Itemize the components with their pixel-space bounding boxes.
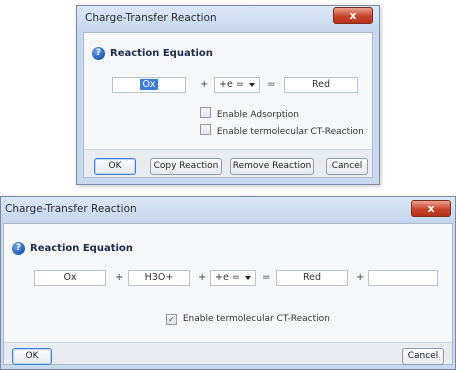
oxidized-species-input[interactable]: Ox xyxy=(112,77,186,93)
question-mark-icon: ? xyxy=(92,47,105,60)
termolecular-checkbox-label: Enable termolecular CT-Reaction xyxy=(182,314,330,324)
ok-button[interactable]: OK xyxy=(12,348,52,365)
close-button[interactable]: x xyxy=(333,7,373,24)
chevron-down-icon xyxy=(245,276,251,280)
dialog-body: ? Reaction Equation Ox + H3O+ + +e = = R… xyxy=(3,223,453,365)
screenshot-stage: Charge-Transfer Reaction x ? Reaction Eq… xyxy=(0,0,456,370)
oxidized-species-value: Ox xyxy=(63,272,77,283)
close-icon: x xyxy=(427,202,435,215)
electron-transfer-value: +e = xyxy=(219,79,244,90)
cancel-button[interactable]: Cancel xyxy=(326,158,368,175)
electron-transfer-value: +e = xyxy=(215,272,240,283)
ok-button[interactable]: OK xyxy=(94,158,136,175)
close-icon: x xyxy=(349,9,357,22)
termolecular-checkbox[interactable] xyxy=(200,124,211,135)
equals-sign: = xyxy=(262,272,271,283)
button-bar: OK Cancel xyxy=(4,342,452,365)
h3o-species-input[interactable]: H3O+ xyxy=(128,270,190,286)
plus-sign-2: + xyxy=(198,272,207,283)
reduced-species-value: Red xyxy=(302,272,322,283)
termolecular-checkbox[interactable]: ✓ xyxy=(166,314,177,325)
plus-sign: + xyxy=(200,79,209,90)
electron-transfer-select[interactable]: +e = xyxy=(210,270,256,286)
charge-transfer-dialog-1: Charge-Transfer Reaction x ? Reaction Eq… xyxy=(76,5,380,185)
h3o-species-value: H3O+ xyxy=(144,272,174,283)
equals-sign: = xyxy=(267,79,276,90)
question-mark-icon: ? xyxy=(12,242,25,255)
reduced-species-input[interactable]: Red xyxy=(284,77,358,93)
checkmark-icon: ✓ xyxy=(168,315,175,324)
cancel-button[interactable]: Cancel xyxy=(402,348,444,365)
button-bar: OK Copy Reaction Remove Reaction Cancel xyxy=(84,149,372,177)
adsorption-checkbox-row[interactable]: Enable Adsorption xyxy=(200,107,299,121)
remove-reaction-button[interactable]: Remove Reaction xyxy=(230,158,314,175)
adsorption-checkbox[interactable] xyxy=(200,107,211,118)
plus-sign-3: + xyxy=(356,272,365,283)
termolecular-checkbox-label: Enable termolecular CT-Reaction xyxy=(216,127,364,137)
extra-product-input[interactable] xyxy=(368,270,438,286)
oxidized-species-input[interactable]: Ox xyxy=(34,270,106,286)
title-bar[interactable]: Charge-Transfer Reaction x xyxy=(77,6,379,32)
window-title: Charge-Transfer Reaction xyxy=(85,12,217,24)
close-button[interactable]: x xyxy=(411,200,451,217)
section-title: Reaction Equation xyxy=(110,48,213,59)
section-title: Reaction Equation xyxy=(30,243,133,254)
adsorption-checkbox-label: Enable Adsorption xyxy=(216,110,299,120)
title-bar[interactable]: Charge-Transfer Reaction x xyxy=(1,197,455,223)
chevron-down-icon xyxy=(249,83,255,87)
termolecular-checkbox-row[interactable]: Enable termolecular CT-Reaction xyxy=(200,124,364,138)
oxidized-species-value: Ox xyxy=(140,79,158,90)
charge-transfer-dialog-2: Charge-Transfer Reaction x ? Reaction Eq… xyxy=(0,196,456,370)
dialog-body: ? Reaction Equation Ox + +e = = Red Enab… xyxy=(83,32,373,178)
copy-reaction-button[interactable]: Copy Reaction xyxy=(150,158,222,175)
plus-sign: + xyxy=(115,272,124,283)
termolecular-checkbox-row[interactable]: ✓ Enable termolecular CT-Reaction xyxy=(166,313,330,325)
window-title: Charge-Transfer Reaction xyxy=(5,203,137,215)
electron-transfer-select[interactable]: +e = xyxy=(214,77,260,93)
reduced-species-value: Red xyxy=(311,79,331,90)
reduced-species-input[interactable]: Red xyxy=(276,270,348,286)
